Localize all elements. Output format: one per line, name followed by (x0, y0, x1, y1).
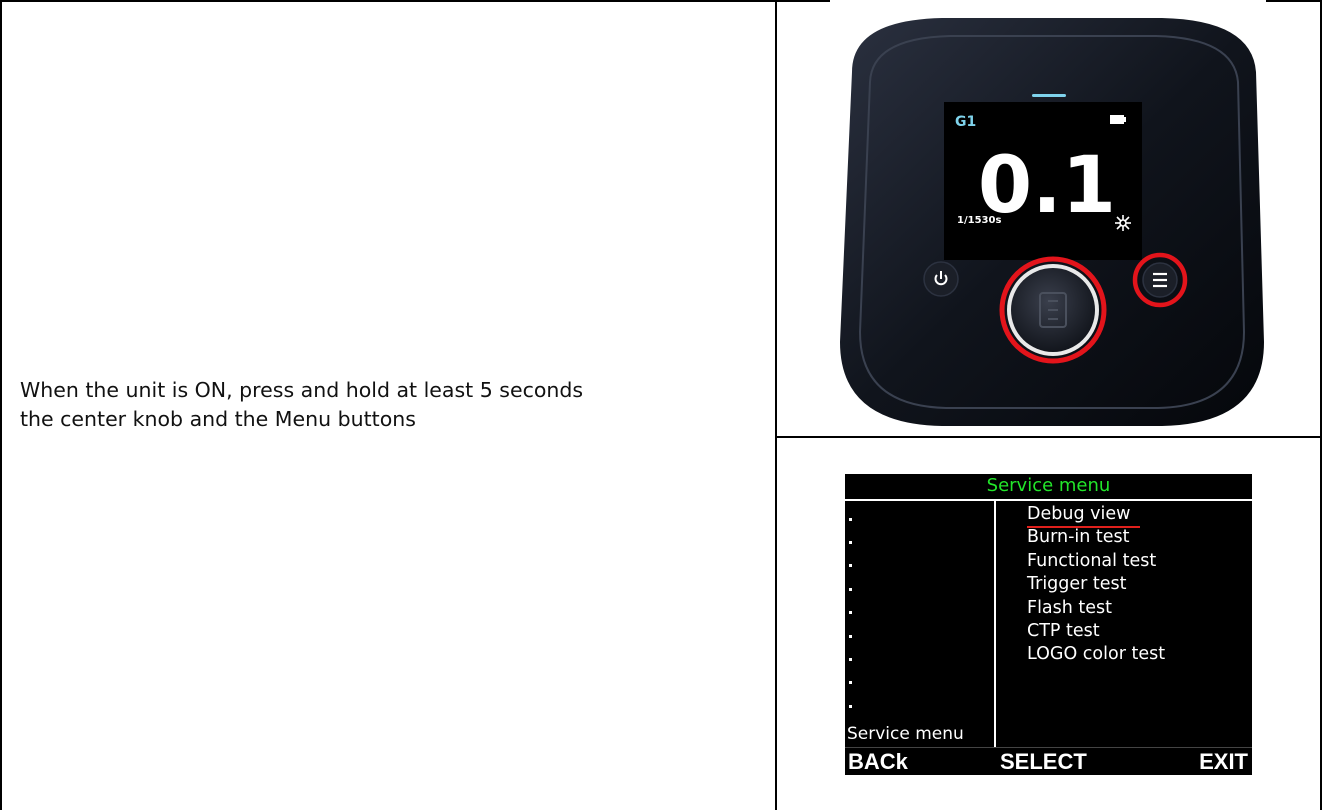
group-label: G1 (955, 114, 976, 130)
instruction-line-2: the center knob and the Menu buttons (20, 407, 416, 431)
list-bullet (849, 518, 852, 521)
shutter-speed: 1/1530s (957, 215, 1001, 226)
instruction-text: When the unit is ON, press and hold at l… (20, 376, 760, 434)
title-divider (845, 499, 1252, 501)
device-illustration: G1 0.1 1/1530s (840, 18, 1264, 426)
table-border-top-right (1266, 0, 1322, 2)
menu-item-debug-view[interactable]: Debug view (1027, 503, 1165, 526)
select-softkey[interactable]: SELECT (1000, 749, 1087, 775)
menu-item-burn-in-test[interactable]: Burn-in test (1027, 526, 1165, 549)
table-border-top-left (0, 0, 830, 2)
table-border-middle (775, 0, 777, 810)
selection-underline (1027, 526, 1140, 528)
table-border-row (775, 436, 1322, 438)
battery-icon (1110, 115, 1126, 124)
list-bullet (849, 564, 852, 567)
table-border-left (0, 0, 2, 810)
back-softkey[interactable]: BACk (848, 749, 908, 775)
brightness-icon (1115, 215, 1131, 231)
menu-item-trigger-test[interactable]: Trigger test (1027, 573, 1165, 596)
list-bullet (849, 541, 852, 544)
footer-divider (845, 747, 1252, 748)
list-bullet (849, 681, 852, 684)
side-label: Service menu (847, 724, 964, 744)
menu-button[interactable] (1132, 252, 1188, 308)
menu-item-ctp-test[interactable]: CTP test (1027, 620, 1165, 643)
menu-item-functional-test[interactable]: Functional test (1027, 550, 1165, 573)
exit-softkey[interactable]: EXIT (1199, 749, 1248, 775)
center-knob[interactable] (999, 256, 1107, 364)
service-menu-title: Service menu (986, 475, 1111, 496)
top-indicator (1032, 94, 1066, 97)
list-bullet (849, 705, 852, 708)
instruction-line-1: When the unit is ON, press and hold at l… (20, 378, 584, 402)
column-divider (994, 501, 996, 747)
list-bullet (849, 611, 852, 614)
list-bullet (849, 635, 852, 638)
power-button[interactable] (923, 261, 959, 297)
list-bullet (849, 658, 852, 661)
service-menu-screen: Service menu Service menu Debug view Bur… (845, 474, 1252, 775)
device-photo: G1 0.1 1/1530s (812, 12, 1290, 432)
menu-item-flash-test[interactable]: Flash test (1027, 597, 1165, 620)
menu-item-logo-color-test[interactable]: LOGO color test (1027, 643, 1165, 666)
list-bullet (849, 588, 852, 591)
